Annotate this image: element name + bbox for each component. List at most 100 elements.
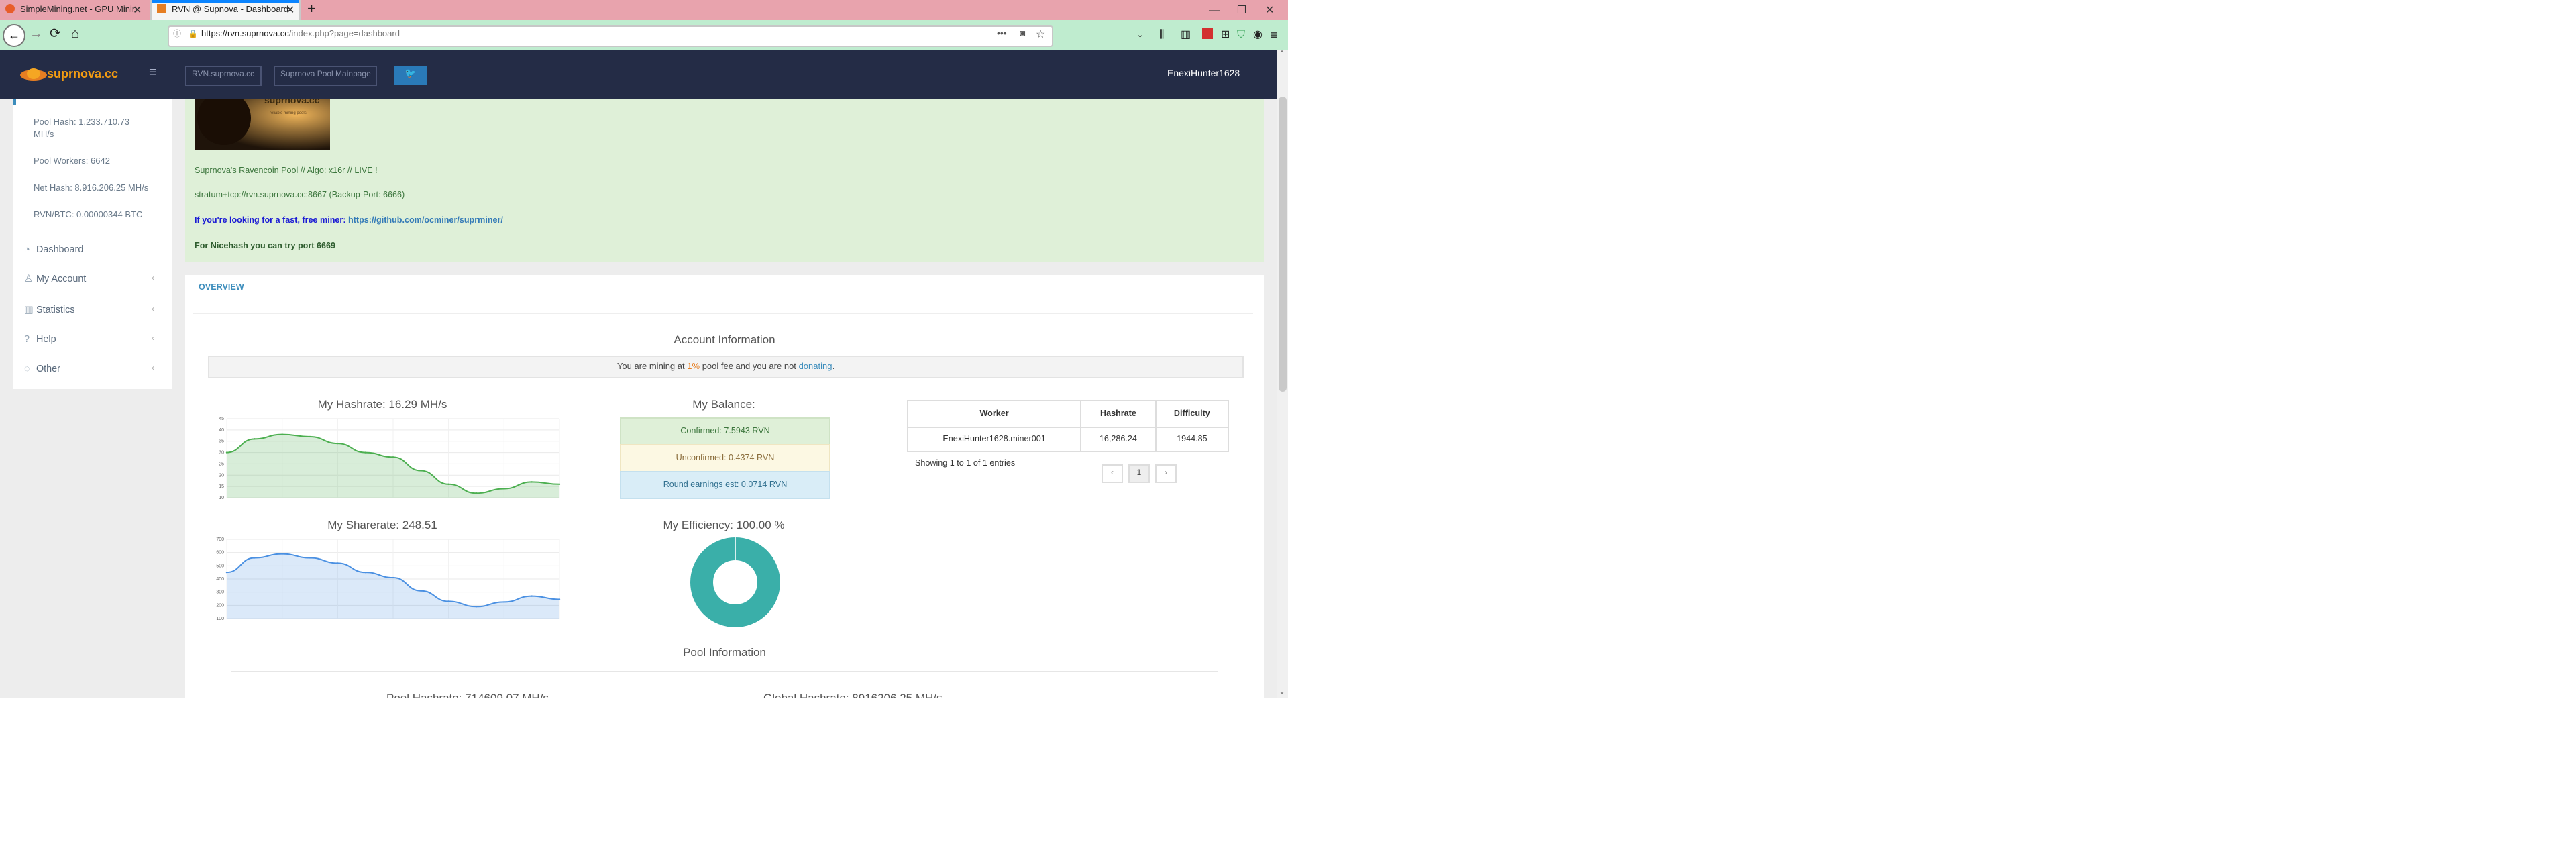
forward-arrow-icon[interactable]: → xyxy=(30,20,43,50)
hashrate-ytick-label: 15 xyxy=(219,484,224,489)
suprnova-mainpage-button[interactable]: Suprnova Pool Mainpage xyxy=(274,66,378,86)
account-information-title: Account Information xyxy=(674,333,775,346)
close-tab-icon[interactable]: ✕ xyxy=(286,4,294,16)
next-page-button[interactable]: › xyxy=(1155,464,1177,483)
sidebar-toggle-icon[interactable]: ▥ xyxy=(1181,20,1191,50)
url-text: https://rvn.suprnova.cc/index.php?page=d… xyxy=(201,25,400,44)
previous-page-button[interactable]: ‹ xyxy=(1102,464,1123,483)
scroll-up-icon[interactable]: ⌃ xyxy=(1279,50,1285,59)
sidebar-item-help[interactable]: ? Help xyxy=(24,333,56,345)
hashrate-point[interactable] xyxy=(254,438,256,440)
sidebar-item-statistics[interactable]: ▥ Statistics xyxy=(24,303,75,315)
hashrate-point[interactable] xyxy=(364,451,366,454)
sharerate-point[interactable] xyxy=(447,600,449,602)
tab-simplemining[interactable]: SimpleMining.net - GPU Minin xyxy=(0,0,148,20)
chevron-left-icon: ‹ xyxy=(152,306,154,314)
sidebar-toggle-hamburger-icon[interactable]: ≡ xyxy=(149,66,157,82)
chevron-left-icon: ‹ xyxy=(152,365,154,373)
extension-red-icon[interactable] xyxy=(1202,28,1213,39)
sharerate-yticks: 700 600 500 400 300 200 100 xyxy=(216,537,224,621)
hashrate-point[interactable] xyxy=(337,442,339,445)
pool-information-title: Pool Information xyxy=(683,645,766,659)
sharerate-point[interactable] xyxy=(531,595,533,597)
tab-suprnova-dashboard[interactable]: RVN @ Supnova - Dashboard xyxy=(150,0,301,20)
sidebar-item-label: Help xyxy=(36,333,56,345)
bookmark-star-icon[interactable]: ☆ xyxy=(1036,25,1045,44)
hashrate-point[interactable] xyxy=(281,433,283,435)
hashrate-point[interactable] xyxy=(447,483,449,485)
shield-icon[interactable]: ⛉ xyxy=(1237,20,1245,50)
reload-icon[interactable]: ⟳ xyxy=(50,20,61,50)
rvn-suprnova-button[interactable]: RVN.suprnova.cc xyxy=(185,66,262,86)
efficiency-title: My Efficiency: 100.00 % xyxy=(663,518,785,531)
page-1-button[interactable]: 1 xyxy=(1128,464,1150,483)
maximize-icon[interactable]: ❐ xyxy=(1237,0,1246,20)
sidebar-accent xyxy=(13,99,16,105)
hashrate-point[interactable] xyxy=(225,451,228,454)
stratum-line: stratum+tcp://rvn.suprnova.cc:8667 (Back… xyxy=(195,191,405,200)
sharerate-point[interactable] xyxy=(392,576,394,579)
table-row: EnexiHunter1628.miner001 16,286.24 1944.… xyxy=(906,427,1230,452)
hashrate-point[interactable] xyxy=(392,456,394,458)
sidebar-item-label: Other xyxy=(36,362,60,374)
account-icon[interactable]: ◉ xyxy=(1253,20,1263,50)
hashrate-point[interactable] xyxy=(309,435,311,438)
pocket-icon[interactable]: ◙ xyxy=(1020,25,1025,44)
worker-hashrate-cell: 16,286.24 xyxy=(1080,427,1157,452)
site-logo[interactable]: suprnova.cc xyxy=(47,50,118,99)
sharerate-ytick-label: 400 xyxy=(216,577,224,582)
sharerate-point[interactable] xyxy=(309,557,311,559)
difficulty-column-header[interactable]: Difficulty xyxy=(1155,400,1230,428)
hashrate-ytick-label: 35 xyxy=(219,439,224,444)
sharerate-chart: 700 600 500 400 300 200 100 xyxy=(216,537,561,621)
extension-icon[interactable]: ⊞ xyxy=(1221,20,1230,50)
suprminer-link[interactable]: https://github.com/ocminer/suprminer/ xyxy=(348,216,503,225)
sharerate-point[interactable] xyxy=(558,598,561,600)
sharerate-point[interactable] xyxy=(254,557,256,559)
hashrate-point[interactable] xyxy=(531,481,533,483)
sharerate-point[interactable] xyxy=(364,571,366,574)
sidebar-item-other[interactable]: ◌ Other xyxy=(24,362,60,374)
hashrate-ytick-label: 40 xyxy=(219,428,224,433)
hashrate-column-header[interactable]: Hashrate xyxy=(1080,400,1157,428)
tab-overview[interactable]: OVERVIEW xyxy=(199,283,244,292)
page-actions-menu-icon[interactable]: ••• xyxy=(997,25,1007,44)
window-close-icon[interactable]: ✕ xyxy=(1265,0,1274,20)
sharerate-point[interactable] xyxy=(281,553,283,555)
sharerate-ytick-label: 300 xyxy=(216,590,224,595)
hashrate-point[interactable] xyxy=(420,470,422,472)
sharerate-point[interactable] xyxy=(337,562,339,564)
sidebar-item-dashboard[interactable]: ◔ Dashboard xyxy=(24,243,83,255)
scroll-down-icon[interactable]: ⌄ xyxy=(1279,687,1285,696)
hashrate-point[interactable] xyxy=(503,488,505,490)
close-tab-icon[interactable]: ✕ xyxy=(133,4,142,16)
library-icon[interactable]: ⫼ xyxy=(1159,20,1164,50)
url-path: /index.php?page=dashboard xyxy=(288,30,400,39)
worker-table: Worker Hashrate Difficulty EnexiHunter16… xyxy=(906,400,1230,452)
efficiency-donut-chart xyxy=(690,537,780,627)
hamburger-menu-icon[interactable]: ≡ xyxy=(1271,20,1278,50)
sidebar-item-label: Dashboard xyxy=(36,243,84,255)
sharerate-point[interactable] xyxy=(475,606,478,608)
donating-link[interactable]: donating xyxy=(799,362,833,372)
new-tab-plus-icon[interactable]: + xyxy=(307,0,316,20)
sidebar-item-my-account[interactable]: ♙ My Account xyxy=(24,272,86,284)
home-icon[interactable]: ⌂ xyxy=(71,20,79,50)
back-arrow-icon[interactable]: ← xyxy=(3,24,25,47)
twitter-button[interactable]: 🐦 xyxy=(394,66,427,85)
username-menu[interactable]: EnexiHunter1628 xyxy=(1167,50,1240,99)
worker-column-header[interactable]: Worker xyxy=(906,400,1082,428)
sharerate-point[interactable] xyxy=(503,601,505,603)
suprnova-favicon-icon xyxy=(157,4,166,13)
balance-title: My Balance: xyxy=(692,397,755,411)
suprnova-logo-icon[interactable] xyxy=(19,63,48,85)
info-icon[interactable]: ⓘ xyxy=(173,25,181,44)
minimize-icon[interactable]: — xyxy=(1209,0,1220,20)
hashrate-point[interactable] xyxy=(475,492,478,494)
hashrate-point[interactable] xyxy=(558,483,561,485)
downloads-icon[interactable]: ⤓ xyxy=(1138,20,1142,50)
hashrate-ytick-label: 10 xyxy=(219,496,224,500)
sharerate-point[interactable] xyxy=(420,590,422,592)
sharerate-point[interactable] xyxy=(225,571,228,574)
scrollbar-thumb[interactable] xyxy=(1279,97,1287,392)
